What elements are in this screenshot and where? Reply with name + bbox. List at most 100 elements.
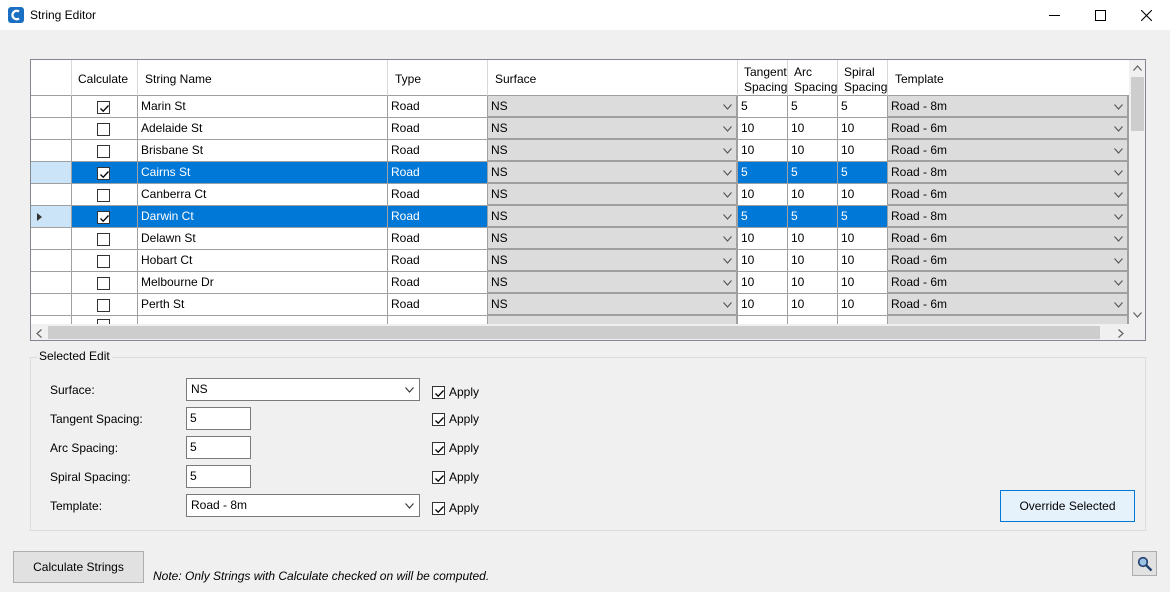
spiral-cell[interactable]: 10 [838, 294, 888, 316]
apply-checkbox-box[interactable] [432, 471, 445, 484]
calculate-checkbox[interactable] [97, 299, 110, 312]
calculate-checkbox[interactable] [97, 211, 110, 224]
column-header-arc-spacing[interactable]: Arc Spacing [788, 60, 838, 96]
spiral-cell[interactable]: 5 [838, 96, 888, 118]
row-header[interactable] [31, 118, 72, 140]
minimize-button[interactable] [1032, 0, 1078, 31]
surface-cell[interactable]: NS [488, 184, 738, 206]
chevron-down-icon[interactable] [1114, 236, 1123, 242]
tangent-cell[interactable]: 10 [738, 272, 788, 294]
arc-cell[interactable]: 10 [788, 140, 838, 162]
column-header-template[interactable]: Template [888, 60, 1129, 96]
surface-cell[interactable]: NS [488, 140, 738, 162]
table-row[interactable]: Adelaide St Road NS 10 10 10 Road - 6m [31, 118, 1129, 140]
tangent-cell[interactable]: 5 [738, 96, 788, 118]
chevron-down-icon[interactable] [1114, 258, 1123, 264]
calculate-cell[interactable] [72, 206, 138, 228]
string-name-cell[interactable]: Hobart Ct [138, 250, 388, 272]
template-cell[interactable]: Road - 6m [888, 272, 1129, 294]
apply-checkbox-box[interactable] [432, 413, 445, 426]
table-row[interactable]: Brisbane St Road NS 10 10 10 Road - 6m [31, 140, 1129, 162]
tangent-spacing-input[interactable]: 5 [186, 407, 251, 430]
chevron-down-icon[interactable] [1114, 170, 1123, 176]
surface-cell[interactable]: NS [488, 250, 738, 272]
horizontal-scrollbar[interactable] [31, 324, 1129, 340]
calculate-checkbox[interactable] [97, 167, 110, 180]
string-name-cell[interactable]: Delawn St [138, 228, 388, 250]
vertical-scroll-thumb[interactable] [1131, 77, 1144, 131]
calculate-checkbox[interactable] [97, 255, 110, 268]
template-cell[interactable]: Road - 6m [888, 184, 1129, 206]
string-name-cell[interactable]: Darwin Ct [138, 206, 388, 228]
arc-cell[interactable]: 10 [788, 118, 838, 140]
calculate-cell[interactable] [72, 96, 138, 118]
chevron-down-icon[interactable] [723, 236, 732, 242]
override-selected-button[interactable]: Override Selected [1000, 490, 1135, 522]
calculate-cell[interactable] [72, 162, 138, 184]
surface-dropdown[interactable]: NS [186, 378, 420, 401]
calculate-cell[interactable] [72, 250, 138, 272]
type-cell[interactable]: Road [388, 118, 488, 140]
table-row[interactable]: Delawn St Road NS 10 10 10 Road - 6m [31, 228, 1129, 250]
tangent-cell[interactable]: 10 [738, 228, 788, 250]
tangent-cell[interactable]: 10 [738, 250, 788, 272]
chevron-down-icon[interactable] [723, 192, 732, 198]
template-cell[interactable]: Road - 6m [888, 118, 1129, 140]
chevron-down-icon[interactable] [1114, 104, 1123, 110]
zoom-button[interactable] [1132, 551, 1157, 576]
chevron-down-icon[interactable] [723, 104, 732, 110]
surface-cell[interactable]: NS [488, 162, 738, 184]
row-header[interactable] [31, 162, 72, 184]
tangent-cell[interactable]: 5 [738, 206, 788, 228]
table-row[interactable]: Cairns St Road NS 5 5 5 Road - 8m [31, 162, 1129, 184]
chevron-down-icon[interactable] [723, 214, 732, 220]
string-name-cell[interactable]: Marin St [138, 96, 388, 118]
arc-cell[interactable]: 5 [788, 96, 838, 118]
row-header[interactable] [31, 96, 72, 118]
spiral-cell[interactable]: 10 [838, 118, 888, 140]
calculate-cell[interactable] [72, 140, 138, 162]
string-name-cell[interactable]: Perth St [138, 294, 388, 316]
spiral-spacing-input[interactable]: 5 [186, 465, 251, 488]
chevron-down-icon[interactable] [723, 126, 732, 132]
tangent-cell[interactable]: 10 [738, 140, 788, 162]
surface-cell[interactable]: NS [488, 228, 738, 250]
template-cell[interactable]: Road - 6m [888, 228, 1129, 250]
spiral-cell[interactable]: 10 [838, 140, 888, 162]
type-cell[interactable]: Road [388, 96, 488, 118]
string-name-cell[interactable]: Canberra Ct [138, 184, 388, 206]
template-cell[interactable]: Road - 6m [888, 294, 1129, 316]
table-row[interactable]: Darwin Ct Road NS 5 5 5 Road - 8m [31, 206, 1129, 228]
apply-checkbox-box[interactable] [432, 442, 445, 455]
arc-cell[interactable]: 5 [788, 162, 838, 184]
calculate-checkbox[interactable] [97, 145, 110, 158]
row-header[interactable] [31, 294, 72, 316]
type-cell[interactable]: Road [388, 140, 488, 162]
table-row[interactable]: Marin St Road NS 5 5 5 Road - 8m [31, 96, 1129, 118]
type-cell[interactable]: Road [388, 206, 488, 228]
row-header[interactable] [31, 250, 72, 272]
chevron-down-icon[interactable] [1114, 148, 1123, 154]
spiral-cell[interactable]: 10 [838, 272, 888, 294]
scroll-down-icon[interactable] [1133, 312, 1142, 318]
chevron-down-icon[interactable] [1114, 280, 1123, 286]
chevron-down-icon[interactable] [1114, 214, 1123, 220]
spiral-cell[interactable]: 5 [838, 162, 888, 184]
calculate-cell[interactable] [72, 228, 138, 250]
calculate-checkbox[interactable] [97, 277, 110, 290]
arc-cell[interactable]: 10 [788, 184, 838, 206]
chevron-down-icon[interactable] [723, 280, 732, 286]
type-cell[interactable]: Road [388, 228, 488, 250]
template-cell[interactable]: Road - 8m [888, 96, 1129, 118]
arc-cell[interactable]: 10 [788, 228, 838, 250]
chevron-down-icon[interactable] [1114, 192, 1123, 198]
template-cell[interactable]: Road - 6m [888, 140, 1129, 162]
type-cell[interactable]: Road [388, 184, 488, 206]
row-header[interactable] [31, 228, 72, 250]
surface-cell[interactable]: NS [488, 294, 738, 316]
scroll-right-icon[interactable] [1118, 329, 1124, 338]
type-cell[interactable]: Road [388, 250, 488, 272]
template-cell[interactable]: Road - 6m [888, 250, 1129, 272]
column-header-string-name[interactable]: String Name [138, 60, 388, 96]
tangent-cell[interactable]: 5 [738, 162, 788, 184]
